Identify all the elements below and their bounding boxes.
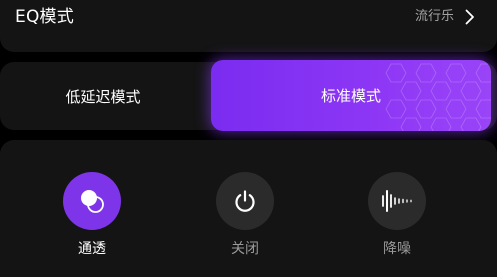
eq-mode-row[interactable]: EQ模式 流行乐: [0, 0, 497, 52]
latency-mode-switch: 低延迟模式 标准模式: [0, 60, 497, 131]
standard-mode-label: 标准模式: [320, 87, 381, 105]
eq-mode-title: EQ模式: [15, 7, 74, 27]
low-latency-mode-label: 低延迟模式: [65, 87, 141, 106]
transparent-mode-label: 通透: [78, 241, 106, 257]
noise-cancel-label: 降噪: [383, 241, 411, 257]
off-mode-label: 关闭: [231, 241, 259, 257]
transparent-mode-button[interactable]: [63, 172, 121, 230]
low-latency-mode-option[interactable]: 低延迟模式: [0, 62, 206, 130]
hexagon-pattern-decoration: [385, 63, 491, 131]
chevron-right-icon: [465, 9, 474, 25]
transparent-mode-control: 通透: [52, 172, 132, 258]
overlapping-circles-icon: [81, 190, 104, 213]
noise-cancel-button[interactable]: [368, 172, 426, 230]
soundwave-icon: [382, 190, 412, 212]
eq-mode-selector[interactable]: 流行乐: [415, 6, 475, 28]
power-icon: [235, 190, 255, 212]
earbuds-settings-page: EQ模式 流行乐 低延迟模式 标准模式 通透 关闭 降噪: [0, 0, 497, 277]
noise-cancel-control: 降噪: [357, 172, 437, 258]
standard-mode-option[interactable]: 标准模式: [211, 60, 491, 131]
noise-control-panel: 通透 关闭 降噪: [0, 140, 497, 277]
off-mode-button[interactable]: [216, 172, 274, 230]
off-mode-control: 关闭: [205, 172, 285, 258]
eq-mode-value: 流行乐: [414, 9, 454, 24]
